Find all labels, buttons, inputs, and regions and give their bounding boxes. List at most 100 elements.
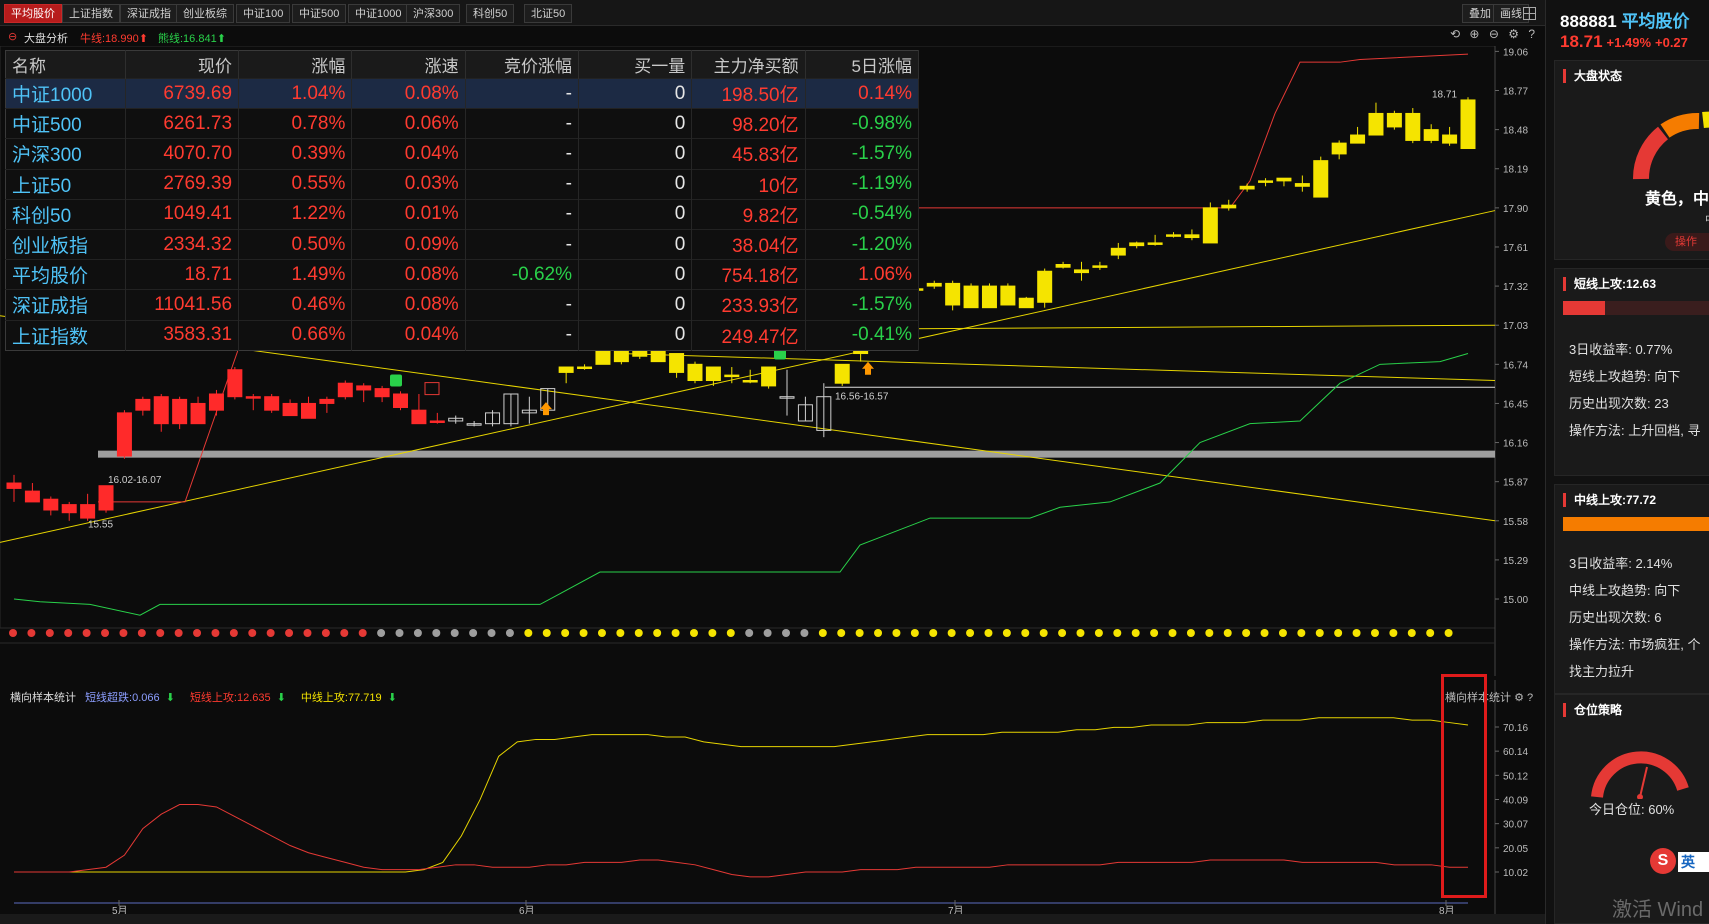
sub-help-icon[interactable]: ? — [1527, 692, 1533, 704]
table-row[interactable]: 平均股价 18.71 1.49% 0.08% -0.62% 0 754.18亿 1.06% — [5, 259, 920, 290]
status-dot — [211, 629, 220, 637]
operate-button[interactable]: 操作 — [1665, 233, 1709, 251]
candle-body — [1055, 264, 1071, 268]
status-dot — [708, 629, 717, 637]
trend-line-flat — [619, 353, 1496, 382]
y-tick-label: 17.03 — [1503, 321, 1528, 332]
column-header[interactable]: 买一量 — [578, 50, 693, 79]
column-header[interactable]: 竞价涨幅 — [465, 50, 579, 79]
candle-body — [61, 504, 77, 514]
status-dot — [1205, 629, 1214, 637]
table-cell: 754.18亿 — [691, 259, 806, 290]
table-cell: 6739.69 — [125, 77, 240, 109]
table-cell: 深证成指 — [5, 289, 126, 320]
table-cell: 沪深300 — [5, 138, 126, 170]
sub-settings-icon[interactable]: ⚙ — [1514, 692, 1524, 704]
candle-body — [264, 396, 280, 411]
y-tick-label: 16.16 — [1503, 439, 1528, 450]
table-cell: 0.08% — [351, 259, 466, 290]
column-header[interactable]: 名称 — [5, 50, 126, 79]
layout-grid-icon[interactable] — [1523, 7, 1536, 20]
tab-9[interactable]: 北证50 — [524, 4, 573, 23]
tab-8[interactable]: 科创50 — [466, 4, 515, 23]
ime-logo-icon[interactable]: S — [1650, 848, 1676, 874]
table-cell: 0.46% — [238, 289, 353, 320]
status-dot — [1260, 629, 1269, 637]
remove-icon[interactable]: ⊖ — [1489, 27, 1499, 41]
tab-0[interactable]: 平均股价 — [4, 4, 62, 23]
table-cell: 249.47亿 — [691, 319, 806, 351]
column-header[interactable]: 涨速 — [351, 50, 466, 79]
table-row[interactable]: 上证50 2769.39 0.55% 0.03% -0 10亿 -1.19% — [5, 168, 920, 200]
position-value: 今日仓位: 60% — [1589, 802, 1675, 817]
y-tick-label: 19.06 — [1503, 47, 1528, 58]
status-dot — [1002, 629, 1011, 637]
table-cell: 中证1000 — [5, 77, 126, 109]
status-dot — [45, 629, 54, 637]
table-cell: 0.14% — [805, 77, 920, 109]
candle-body — [227, 369, 243, 398]
table-row[interactable]: 中证500 6261.73 0.78% 0.06% -0 98.20亿 -0.98% — [5, 108, 920, 139]
chart-toolbar: ⟲ ⊕ ⊖ ⚙ ? — [1450, 27, 1541, 41]
status-dot — [1278, 629, 1287, 637]
table-row[interactable]: 上证指数 3583.31 0.66% 0.04% -0 249.47亿 -0.41% — [5, 319, 920, 351]
table-cell: - — [465, 108, 579, 139]
ime-mode-label[interactable]: 英 — [1678, 852, 1709, 872]
status-dot — [524, 629, 533, 637]
tab-5[interactable]: 中证500 — [292, 4, 347, 23]
y-tick-label: 15.29 — [1503, 556, 1528, 567]
market-state-sub: 中 — [1705, 211, 1709, 227]
table-row[interactable]: 沪深300 4070.70 0.39% 0.04% -0 45.83亿 -1.57% — [5, 138, 920, 170]
tab-1[interactable]: 上证指数 — [62, 4, 120, 23]
table-cell: 10亿 — [691, 168, 806, 200]
status-dot — [340, 629, 349, 637]
settings-icon[interactable]: ⚙ — [1508, 27, 1519, 41]
short-attack-title: 短线上攻:12.63 — [1563, 277, 1656, 291]
candle-body — [1386, 112, 1402, 128]
table-cell: -0.54% — [805, 198, 920, 230]
column-header[interactable]: 涨幅 — [238, 50, 353, 79]
candle-body — [926, 282, 942, 287]
table-cell: - — [465, 198, 579, 230]
sell-signal-icon — [390, 374, 402, 387]
column-header[interactable]: 现价 — [125, 50, 240, 79]
column-header[interactable]: 5日涨幅 — [805, 50, 920, 79]
legend-short-oversold: 短线超跌:0.066 ⬇ — [85, 692, 175, 704]
table-cell: 0 — [578, 259, 693, 290]
help-icon[interactable]: ? — [1528, 27, 1535, 41]
status-dot — [1076, 629, 1085, 637]
y-tick-label: 15.87 — [1503, 478, 1528, 489]
table-row[interactable]: 创业板指 2334.32 0.50% 0.09% -0 38.04亿 -1.20% — [5, 228, 920, 260]
candle-body — [1460, 99, 1476, 150]
status-dot — [1370, 629, 1379, 637]
table-row[interactable]: 科创50 1049.41 1.22% 0.01% -0 9.82亿 -0.54% — [5, 198, 920, 230]
tab-4[interactable]: 中证100 — [236, 4, 291, 23]
tab-7[interactable]: 沪深300 — [406, 4, 461, 23]
candle-body — [687, 363, 703, 382]
column-header[interactable]: 主力净买额 — [691, 50, 806, 79]
bottom-bar — [0, 914, 1545, 924]
table-cell: 0.04% — [351, 138, 466, 170]
candle-body — [6, 482, 22, 489]
table-header: 名称 现价 涨幅 涨速 竞价涨幅 买一量 主力净买额 5日涨幅 — [5, 50, 920, 79]
tab-6[interactable]: 中证1000 — [348, 4, 409, 23]
tab-3[interactable]: 创业板综 — [176, 4, 234, 23]
status-dot — [542, 629, 551, 637]
collapse-icon[interactable]: ⊖ — [8, 30, 17, 43]
add-icon[interactable]: ⊕ — [1469, 27, 1479, 41]
status-dot — [1426, 629, 1435, 637]
table-row[interactable]: 深证成指 11041.56 0.46% 0.08% -0 233.93亿 -1.57% — [5, 289, 920, 320]
candle-body — [742, 380, 758, 383]
table-row[interactable]: 中证1000 6739.69 1.04% 0.08% -0 198.50亿 0.14% — [5, 77, 920, 109]
refresh-icon[interactable]: ⟲ — [1450, 27, 1460, 41]
y-tick-label: 15.00 — [1503, 595, 1528, 606]
tab-2[interactable]: 深证成指 — [120, 4, 178, 23]
table-cell: - — [465, 168, 579, 200]
status-dot — [1021, 629, 1030, 637]
candle-body — [43, 498, 59, 511]
status-dot — [469, 629, 478, 637]
annotation-label: 16.02-16.07 — [108, 475, 162, 486]
status-dot — [174, 629, 183, 637]
candle-body — [1350, 134, 1366, 144]
table-cell: 1049.41 — [125, 198, 240, 230]
